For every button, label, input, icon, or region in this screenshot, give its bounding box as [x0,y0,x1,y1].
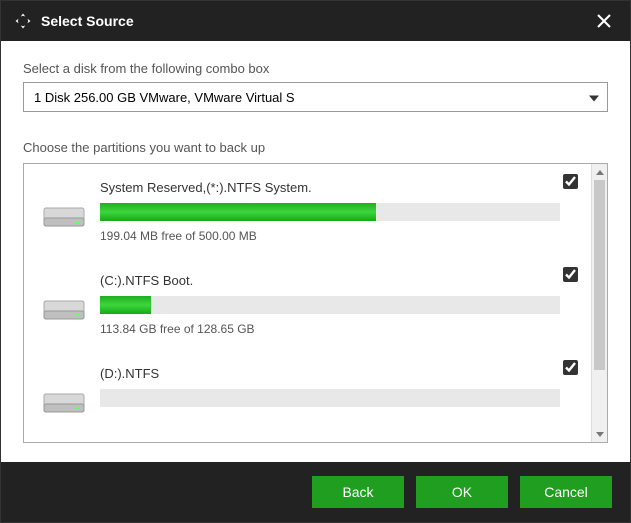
partition-checkbox[interactable] [563,360,579,376]
close-icon [597,14,611,28]
titlebar: Select Source [1,1,630,41]
partition-list: System Reserved,(*:).NTFS System. 199.04 … [23,163,608,443]
combo-label: Select a disk from the following combo b… [23,61,608,76]
usage-bar [100,203,560,221]
footer: Back OK Cancel [1,462,630,522]
app-icon [13,11,33,31]
back-button[interactable]: Back [312,476,404,508]
partition-item: (D:).NTFS [24,350,591,432]
usage-bar [100,296,560,314]
disk-icon [42,388,86,418]
scrollbar[interactable] [591,164,607,442]
partition-name: System Reserved,(*:).NTFS System. [100,180,573,195]
title-text: Select Source [41,13,134,29]
partition-name: (D:).NTFS [100,366,573,381]
partition-item: (C:).NTFS Boot. 113.84 GB free of 128.65 … [24,257,591,350]
combo-value: 1 Disk 256.00 GB VMware, VMware Virtual … [34,90,295,105]
disk-combo[interactable]: 1 Disk 256.00 GB VMware, VMware Virtual … [23,82,608,112]
close-button[interactable] [590,7,618,35]
disk-icon [42,295,86,325]
chevron-down-icon [589,90,599,105]
scrollbar-thumb[interactable] [594,180,605,370]
scrollbar-down[interactable] [592,426,607,442]
ok-button[interactable]: OK [416,476,508,508]
partition-checkbox[interactable] [563,267,579,283]
disk-icon [42,202,86,232]
cancel-button[interactable]: Cancel [520,476,612,508]
partition-item: System Reserved,(*:).NTFS System. 199.04 … [24,164,591,257]
partitions-label: Choose the partitions you want to back u… [23,140,608,155]
partition-free: 199.04 MB free of 500.00 MB [100,229,573,243]
partition-free: 113.84 GB free of 128.65 GB [100,322,573,336]
partition-checkbox[interactable] [563,174,579,190]
scrollbar-up[interactable] [592,164,607,180]
partition-name: (C:).NTFS Boot. [100,273,573,288]
usage-bar [100,389,560,407]
